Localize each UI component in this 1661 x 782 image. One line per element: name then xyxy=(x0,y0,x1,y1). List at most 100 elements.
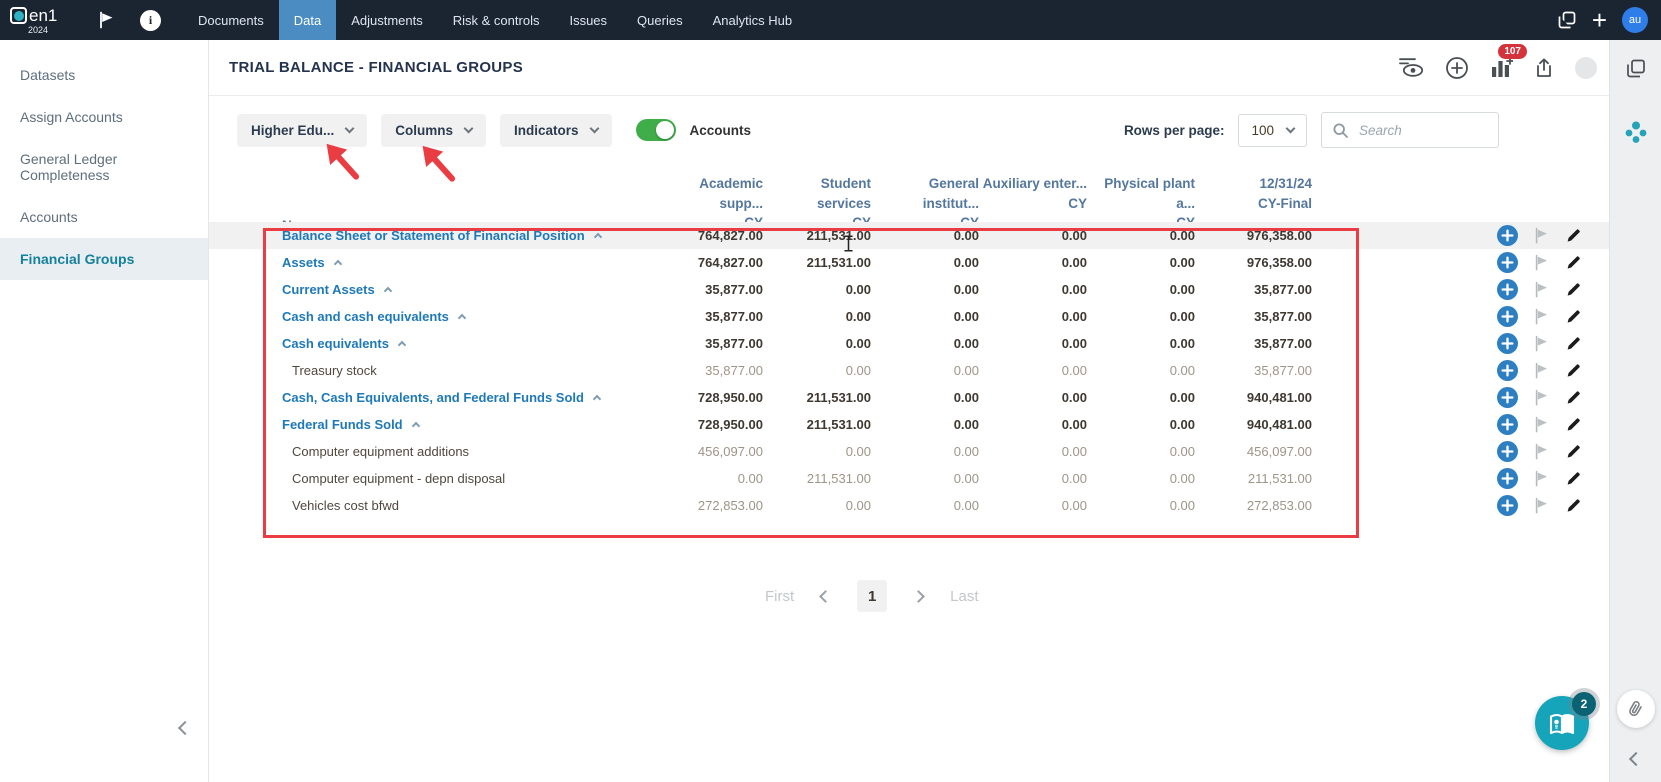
nav-item-risk-controls[interactable]: Risk & controls xyxy=(438,0,555,40)
panel-collapse-chevron[interactable] xyxy=(1628,751,1643,767)
table-row[interactable]: Current Assets 35,877.00 0.00 0.00 0.00 0.00 3… xyxy=(209,276,1609,303)
collapse-chevron-icon[interactable] xyxy=(457,313,467,323)
sidebar-item-general-ledger-completeness[interactable]: General Ledger Completeness xyxy=(0,138,208,196)
row-add-icon[interactable] xyxy=(1497,306,1518,327)
edit-pencil-icon[interactable] xyxy=(1565,308,1582,325)
sidebar-item-financial-groups[interactable]: Financial Groups xyxy=(0,238,208,280)
edit-pencil-icon[interactable] xyxy=(1565,416,1582,433)
sidebar-item-accounts[interactable]: Accounts xyxy=(0,196,208,238)
row-add-icon[interactable] xyxy=(1497,333,1518,354)
nav-item-adjustments[interactable]: Adjustments xyxy=(336,0,438,40)
visibility-settings-icon[interactable] xyxy=(1398,57,1425,78)
copy-pages-icon[interactable] xyxy=(1557,10,1577,30)
pagination-first[interactable]: First xyxy=(765,588,794,605)
indicators-dropdown[interactable]: Indicators xyxy=(500,113,612,147)
row-add-icon[interactable] xyxy=(1497,468,1518,489)
table-row[interactable]: Computer equipment additions 456,097.00 0.… xyxy=(209,438,1609,465)
row-flag-icon[interactable] xyxy=(1533,308,1550,325)
nav-item-documents[interactable]: Documents xyxy=(183,0,279,40)
edit-pencil-icon[interactable] xyxy=(1565,335,1582,352)
edit-pencil-icon[interactable] xyxy=(1565,362,1582,379)
user-avatar[interactable]: au xyxy=(1622,7,1648,33)
plus-icon[interactable]: + xyxy=(1592,7,1607,33)
edit-pencil-icon[interactable] xyxy=(1565,281,1582,298)
table-row[interactable]: Federal Funds Sold 728,950.00 211,531.00 0.… xyxy=(209,411,1609,438)
group-name-link[interactable]: Balance Sheet or Statement of Financial … xyxy=(282,228,585,243)
row-flag-icon[interactable] xyxy=(1533,416,1550,433)
table-row[interactable]: Cash and cash equivalents 35,877.00 0.00 0.… xyxy=(209,303,1609,330)
nav-item-issues[interactable]: Issues xyxy=(554,0,622,40)
flag-icon[interactable] xyxy=(96,10,116,30)
export-icon[interactable] xyxy=(1533,57,1555,79)
table-row[interactable]: Assets 764,827.00 211,531.00 0.00 0.00 0.00 97… xyxy=(209,249,1609,276)
cell-value: 0.00 xyxy=(953,228,979,243)
table-row[interactable]: Cash equivalents 35,877.00 0.00 0.00 0.00 0.0… xyxy=(209,330,1609,357)
table-row[interactable]: Vehicles cost bfwd 272,853.00 0.00 0.00 0.00… xyxy=(209,492,1609,519)
collapse-chevron-icon[interactable] xyxy=(593,232,602,242)
pagination-last[interactable]: Last xyxy=(950,588,978,605)
sidebar-item-assign-accounts[interactable]: Assign Accounts xyxy=(0,96,208,138)
accounts-toggle[interactable] xyxy=(635,119,676,141)
copy-pages-icon[interactable] xyxy=(1625,58,1646,79)
row-add-icon[interactable] xyxy=(1497,495,1518,516)
row-add-icon[interactable] xyxy=(1497,414,1518,435)
nav-item-analytics-hub[interactable]: Analytics Hub xyxy=(698,0,807,40)
sidebar-collapse-chevron[interactable] xyxy=(177,720,193,738)
collapse-chevron-icon[interactable] xyxy=(411,421,420,431)
row-add-icon[interactable] xyxy=(1497,387,1518,408)
row-add-icon[interactable] xyxy=(1497,441,1518,462)
table-row[interactable]: Computer equipment - depn disposal 0.00 21… xyxy=(209,465,1609,492)
edit-pencil-icon[interactable] xyxy=(1565,497,1582,514)
edit-pencil-icon[interactable] xyxy=(1565,254,1582,271)
row-flag-icon[interactable] xyxy=(1533,362,1550,379)
table-row[interactable]: Balance Sheet or Statement of Financial … xyxy=(209,222,1609,249)
collapse-chevron-icon[interactable] xyxy=(333,259,342,269)
table-row[interactable]: Cash, Cash Equivalents, and Federal Fund… xyxy=(209,384,1609,411)
pagination-prev-chevron[interactable] xyxy=(819,589,833,603)
row-flag-icon[interactable] xyxy=(1533,443,1550,460)
collapse-chevron-icon[interactable] xyxy=(592,394,602,404)
search-input[interactable] xyxy=(1357,121,1488,139)
group-name-link[interactable]: Current Assets xyxy=(282,282,375,297)
row-flag-icon[interactable] xyxy=(1533,227,1550,244)
pagination-current-page[interactable]: 1 xyxy=(857,580,888,612)
row-flag-icon[interactable] xyxy=(1533,470,1550,487)
sidebar-item-datasets[interactable]: Datasets xyxy=(0,54,208,96)
row-flag-icon[interactable] xyxy=(1533,389,1550,406)
info-icon[interactable]: i xyxy=(140,9,161,31)
help-guide-button[interactable]: 2 xyxy=(1535,692,1596,750)
row-flag-icon[interactable] xyxy=(1533,281,1550,298)
add-circle-icon[interactable] xyxy=(1445,56,1469,80)
edit-pencil-icon[interactable] xyxy=(1565,227,1582,244)
table-row[interactable]: Treasury stock 35,877.00 0.00 0.00 0.00 0.00 3… xyxy=(209,357,1609,384)
pagination-next-chevron[interactable] xyxy=(912,589,926,603)
row-flag-icon[interactable] xyxy=(1533,335,1550,352)
collapse-chevron-icon[interactable] xyxy=(383,286,392,296)
cluster-icon[interactable] xyxy=(1624,120,1648,144)
edit-pencil-icon[interactable] xyxy=(1565,389,1582,406)
search-box xyxy=(1321,112,1499,148)
group-name-link[interactable]: Cash equivalents xyxy=(282,336,389,351)
row-flag-icon[interactable] xyxy=(1533,497,1550,514)
rows-per-page-select[interactable]: 100 xyxy=(1238,113,1307,147)
chevron-down-icon xyxy=(463,123,474,134)
group-name-link[interactable]: Cash, Cash Equivalents, and Federal Fund… xyxy=(282,390,584,405)
row-add-icon[interactable] xyxy=(1497,252,1518,273)
chart-add-icon[interactable]: 107 xyxy=(1489,43,1527,80)
collapse-chevron-icon[interactable] xyxy=(397,340,407,350)
group-name-link[interactable]: Federal Funds Sold xyxy=(282,417,403,432)
group-name-link[interactable]: Assets xyxy=(282,255,325,270)
row-add-icon[interactable] xyxy=(1497,225,1518,246)
edit-pencil-icon[interactable] xyxy=(1565,470,1582,487)
edit-pencil-icon[interactable] xyxy=(1565,443,1582,460)
app-logo[interactable]: en1 2024 xyxy=(10,6,74,35)
nav-item-data[interactable]: Data xyxy=(278,0,337,40)
nav-item-queries[interactable]: Queries xyxy=(622,0,698,40)
paperclip-icon[interactable] xyxy=(1616,690,1655,728)
row-add-icon[interactable] xyxy=(1497,360,1518,381)
group-filter-dropdown[interactable]: Higher Edu... xyxy=(237,113,368,147)
row-flag-icon[interactable] xyxy=(1533,254,1550,271)
group-name-link[interactable]: Cash and cash equivalents xyxy=(282,309,449,324)
row-add-icon[interactable] xyxy=(1497,279,1518,300)
columns-dropdown[interactable]: Columns xyxy=(381,113,487,147)
